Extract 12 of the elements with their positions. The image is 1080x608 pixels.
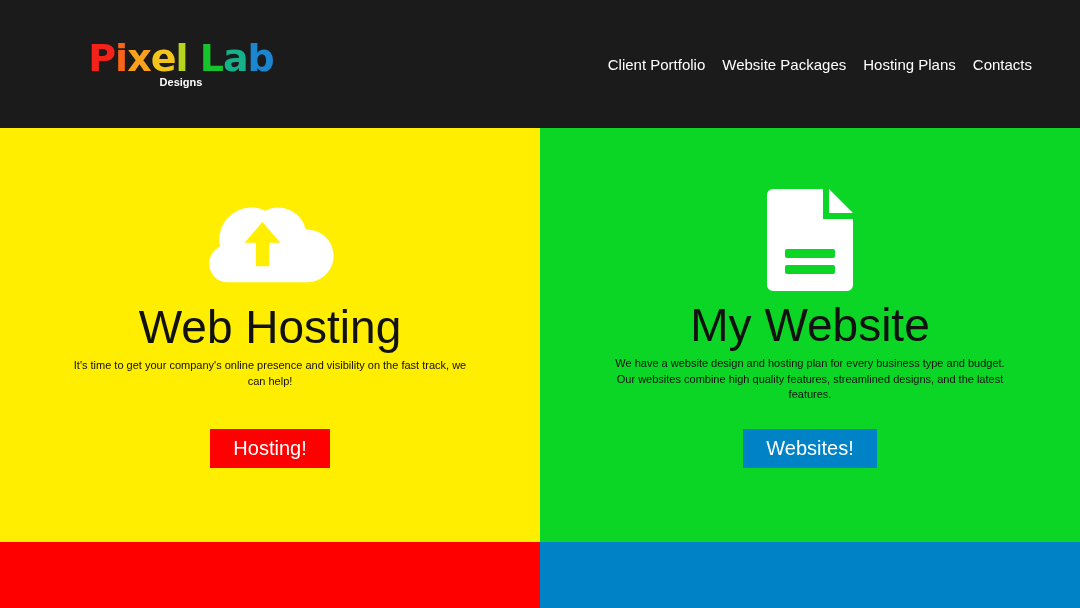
panel-title: Web Hosting (138, 300, 402, 354)
panel-description: We have a website design and hosting plan for every business type and budget. Our websites combine high quality features, streamlined designs, and the latest features. (614, 356, 1006, 402)
logo-subtitle: Designs (159, 76, 203, 88)
panel-title: My Website (690, 298, 930, 352)
nav-link[interactable]: Client Portfolio (607, 55, 706, 73)
nav-link[interactable]: Website Packages (722, 55, 847, 73)
panel-button[interactable]: Hosting! (210, 429, 330, 468)
panel-button[interactable]: Websites! (743, 429, 877, 468)
nav-link[interactable]: Contacts (972, 55, 1032, 73)
nav-link[interactable]: Hosting Plans (863, 55, 956, 73)
logo-text[interactable]: Pixel Lab (88, 38, 274, 78)
panel-description: It's time to get your company's online presence and visibility on the fast track, we can help! (72, 358, 468, 389)
